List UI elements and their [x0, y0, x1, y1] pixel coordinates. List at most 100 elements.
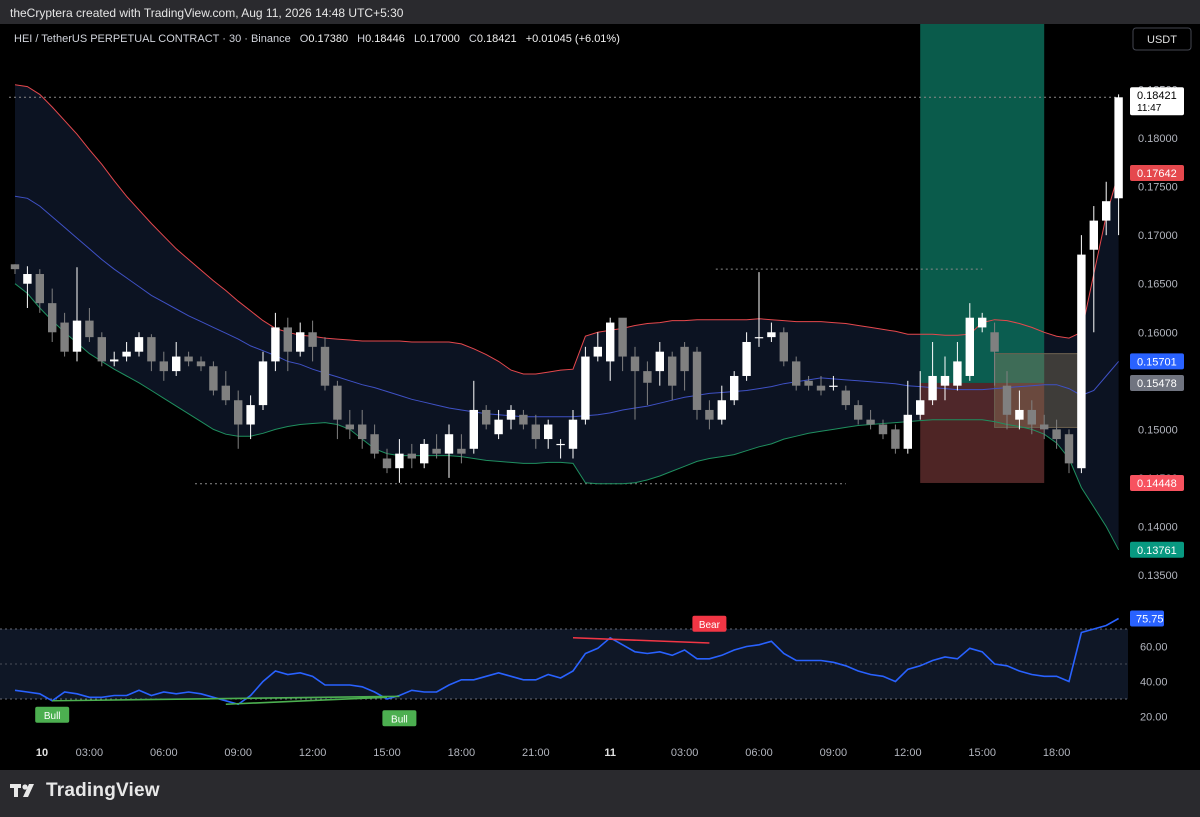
time-tick: 09:00 [224, 747, 252, 759]
candle-body [283, 327, 292, 352]
time-axis[interactable]: 10 03:00 06:00 09:00 12:00 15:00 18:00 21:00 11 0… [36, 747, 1070, 759]
price-axis[interactable]: 0.185000.180000.175000.170000.165000.160… [1138, 85, 1178, 582]
rsi-tick: 20.00 [1140, 712, 1168, 724]
price-tick: 0.14000 [1138, 521, 1178, 533]
candle-body [184, 356, 193, 362]
price-label-value: 0.14448 [1137, 478, 1177, 490]
time-tick: 11 [604, 747, 616, 759]
candle[interactable] [891, 424, 900, 454]
candle[interactable] [97, 332, 106, 367]
price-tick: 0.16500 [1138, 279, 1178, 291]
candle-body [854, 405, 863, 420]
candle-body [221, 385, 230, 401]
bull-divergence-tag-0[interactable]: Bull [35, 706, 70, 723]
candle-body [891, 429, 900, 449]
candle-body [1077, 254, 1086, 469]
legend-line: HEI / TetherUS PERPETUAL CONTRACT · 30 ·… [14, 33, 620, 45]
candle-body [432, 448, 441, 454]
candle-body [903, 414, 912, 449]
candle-body [568, 419, 578, 449]
candle-body [643, 371, 652, 383]
candle-body [1027, 409, 1036, 425]
candle-body [134, 337, 144, 352]
candle[interactable] [333, 380, 342, 440]
candle[interactable] [209, 361, 218, 396]
candle-body [420, 443, 429, 464]
candle[interactable] [779, 327, 788, 367]
price-label-middle[interactable]: 0.15701 [1130, 353, 1184, 370]
time-tick: 15:00 [373, 747, 401, 759]
candle-body [593, 346, 602, 357]
watermark-text: theCryptera created with TradingView.com… [10, 6, 404, 20]
bull-divergence-tag-1[interactable]: Bull [382, 710, 417, 727]
candle[interactable] [730, 371, 739, 406]
candle[interactable] [296, 322, 305, 357]
brand-text: TradingView [46, 780, 160, 801]
candle-body [705, 409, 714, 420]
price-label-entry[interactable]: 0.15478 [1130, 374, 1184, 391]
candle-body [1052, 429, 1061, 440]
tradingview-brand[interactable]: TradingView [10, 780, 160, 802]
candle-body [457, 448, 466, 454]
price-label-last[interactable]: 0.1842111:47 [1130, 87, 1184, 116]
candle-body [928, 375, 937, 401]
candle-body [940, 375, 950, 386]
candle-body [358, 424, 367, 440]
tradingview-logo-icon [10, 784, 34, 797]
candle-body [506, 409, 516, 420]
candle-body [829, 385, 838, 387]
time-tick: 09:00 [820, 747, 848, 759]
candle-body [122, 351, 131, 357]
candle-body [10, 264, 20, 270]
candle-body [618, 317, 627, 357]
rsi-tick: 60.00 [1140, 642, 1168, 654]
candle[interactable] [692, 346, 702, 420]
rsi-pane[interactable]: Bull Bull Bear [0, 615, 1128, 727]
candle-body [234, 400, 243, 425]
candle-body [271, 327, 280, 362]
time-tick: 15:00 [968, 747, 996, 759]
candle[interactable] [581, 346, 590, 425]
chart-svg[interactable]: Bull Bull Bear 0.185000.180000.175000.1700… [0, 24, 1200, 770]
candle-body [72, 320, 82, 352]
rsi-tick: 40.00 [1140, 677, 1168, 689]
candle-body [730, 375, 739, 401]
price-label-lower[interactable]: 0.13761 [1130, 541, 1184, 558]
currency-button[interactable]: USDT [1132, 27, 1192, 51]
candle-body [990, 332, 999, 352]
rsi-band-fill [0, 629, 1128, 699]
candle-body [792, 361, 801, 386]
divergence-tag-label: Bear [699, 620, 721, 631]
chart-panel[interactable]: Bull Bull Bear 0.185000.180000.175000.1700… [0, 24, 1200, 770]
candle-body [345, 424, 354, 430]
candle-body [60, 322, 69, 352]
time-tick: 21:00 [522, 747, 550, 759]
bear-divergence-tag-2[interactable]: Bear [692, 615, 727, 632]
candle-body [23, 274, 32, 284]
candle-body [692, 351, 702, 410]
price-label-value: 0.15701 [1137, 356, 1177, 368]
candle[interactable] [1077, 235, 1086, 474]
candle-body [407, 453, 416, 459]
price-tick: 0.13500 [1138, 570, 1178, 582]
candle-body [308, 332, 317, 347]
candle-body [531, 424, 540, 440]
candle-body [606, 322, 615, 362]
time-tick: 12:00 [894, 747, 922, 759]
candle-body [494, 419, 503, 435]
price-label-stop[interactable]: 0.14448 [1130, 474, 1184, 491]
candle-body [519, 414, 528, 425]
time-tick: 06:00 [150, 747, 178, 759]
candle-body [159, 361, 168, 372]
time-tick: 12:00 [299, 747, 327, 759]
candle-body [630, 356, 640, 372]
rsi-axis[interactable]: 60.00 40.00 20.00 75.75 [1130, 610, 1168, 724]
candle-body [469, 409, 478, 449]
candle-body [866, 419, 875, 425]
divergence-tag-label: Bull [44, 711, 61, 722]
position-zones [920, 24, 1082, 483]
candle[interactable] [792, 356, 801, 391]
price-label-upper[interactable]: 0.17642 [1130, 165, 1184, 182]
candle-body [556, 443, 565, 446]
candle-body [544, 424, 553, 440]
